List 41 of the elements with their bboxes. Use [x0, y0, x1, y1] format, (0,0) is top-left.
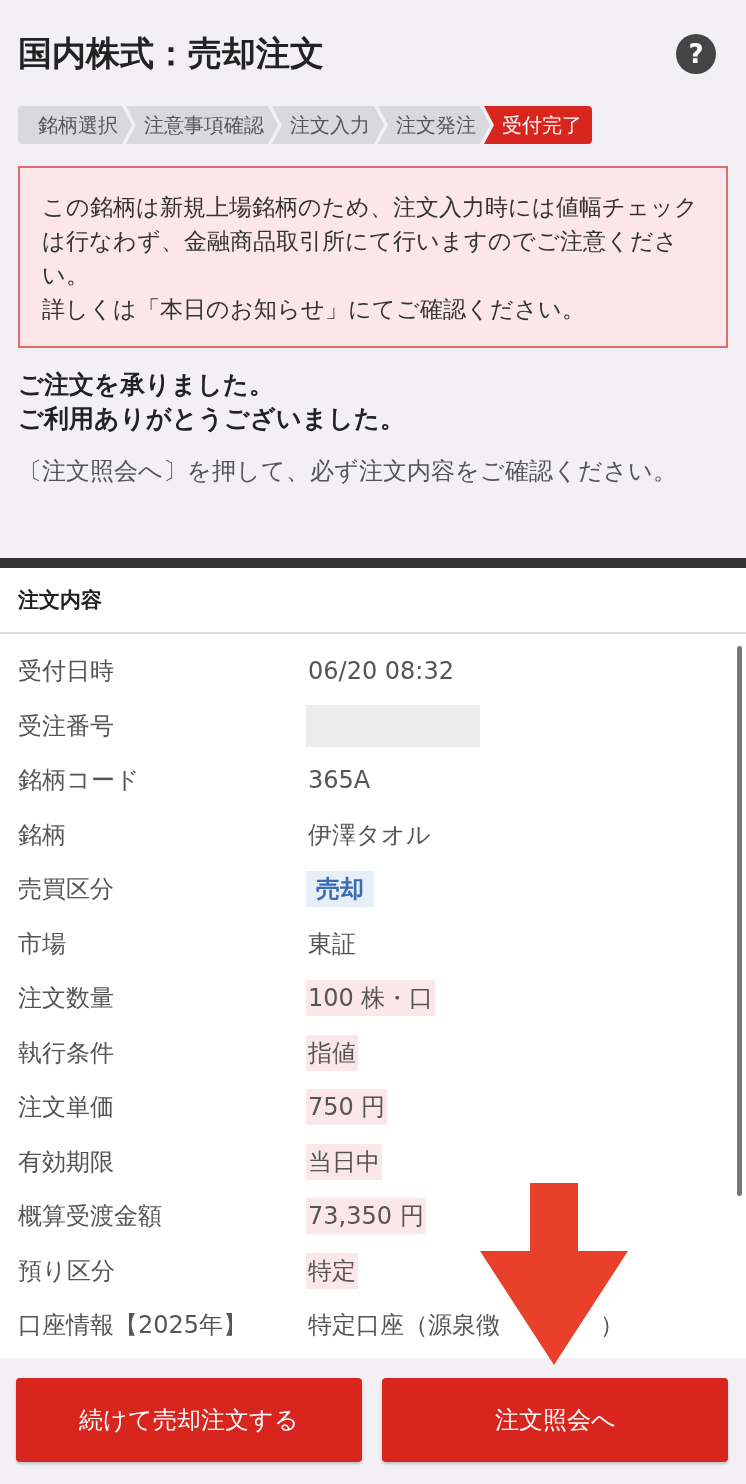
- field-value: 指値: [306, 1034, 358, 1071]
- field-label: 売買区分: [17, 874, 115, 906]
- field-value: 100 株・口: [306, 980, 436, 1017]
- field-value: 365A: [307, 765, 372, 797]
- field-label: 銘柄: [17, 819, 67, 851]
- field-value: 特定: [306, 1252, 358, 1289]
- field-label: 預り区分: [17, 1255, 116, 1287]
- help-button[interactable]: ?: [676, 34, 716, 74]
- field-label: 概算受渡金額: [17, 1201, 163, 1233]
- field-label: 有効期限: [17, 1146, 115, 1178]
- notice-text: この銘柄は新規上場銘柄のため、注文入力時には値幅チェックは行なわず、金融商品取引所にて行いますのでご注意ください。: [42, 193, 699, 290]
- action-button[interactable]: 続けて売却注文する: [16, 1378, 362, 1462]
- field-label: 口座情報【2025年】: [17, 1310, 249, 1342]
- side-tag: 売却: [306, 871, 374, 908]
- action-button[interactable]: 注文照会へ: [382, 1378, 728, 1462]
- field-value: 73,350 円: [306, 1198, 426, 1235]
- field-value: 750 円: [306, 1089, 388, 1126]
- field-value: 当日中: [306, 1143, 382, 1180]
- step-indicator: 銘柄選択: [18, 106, 132, 144]
- field-label: 市場: [17, 928, 67, 960]
- field-value: 伊澤タオル: [307, 819, 432, 851]
- confirmation-text: ご利用ありがとうございました。: [18, 403, 406, 435]
- notice-text: 詳しくは「本日のお知らせ」にてご確認ください。: [42, 295, 586, 324]
- field-label: 執行条件: [17, 1037, 115, 1069]
- field-value: 東証: [307, 928, 357, 960]
- step-indicator: 注文発注: [378, 106, 490, 144]
- field-label: 受注番号: [17, 710, 115, 742]
- section-title: 注文内容: [0, 568, 746, 634]
- step-indicator: 注文入力: [272, 106, 384, 144]
- field-label: 銘柄コード: [17, 765, 141, 797]
- field-label: 注文数量: [17, 983, 115, 1015]
- field-value: 特定口座（源泉徴: [307, 1310, 501, 1342]
- instruction-text: 〔注文照会へ〕を押して、必ず注文内容をご確認ください。: [18, 456, 678, 487]
- field-label: 注文単価: [17, 1092, 115, 1124]
- step-indicator: 受付完了: [484, 106, 592, 144]
- page-title: 国内株式：売却注文: [18, 32, 324, 75]
- field-value: ）: [599, 1310, 625, 1342]
- field-value: 06/20 08:32: [307, 656, 455, 688]
- field-label: 受付日時: [17, 656, 115, 688]
- confirmation-text: ご注文を承りました。: [18, 369, 275, 401]
- step-indicator: 注意事項確認: [126, 106, 278, 144]
